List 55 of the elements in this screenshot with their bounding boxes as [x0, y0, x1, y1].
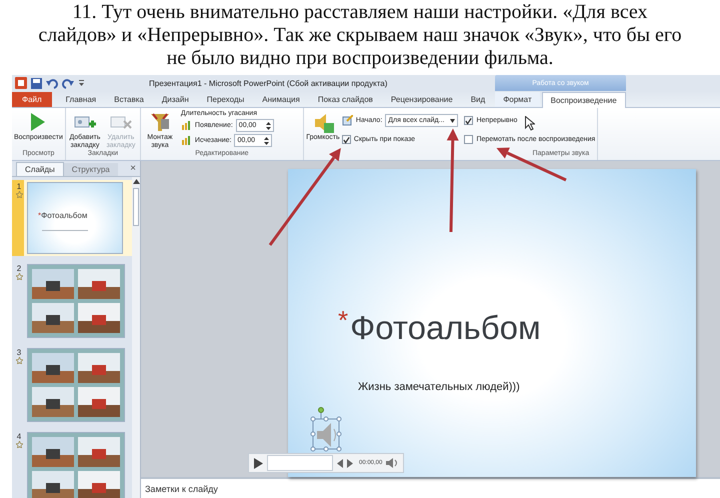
- instruction-text: 11. Тут очень внимательно расставляем наши настройки. «Для всех слайдов» и «Непрерывно». Так же скрываем наш значок «Звук», что бы его не было видно при воспроизведении фильма.: [37, 0, 683, 71]
- checkbox[interactable]: [464, 116, 474, 125]
- save-icon[interactable]: [31, 78, 42, 88]
- star-icon: [16, 273, 22, 280]
- ribbon-tab[interactable]: Анимация: [254, 92, 308, 107]
- star-icon: [16, 441, 22, 448]
- thumbnail-title: Фотоальбом: [41, 211, 88, 220]
- ribbon-tab[interactable]: Показ слайдов: [310, 92, 381, 107]
- ribbon-tab[interactable]: Формат: [495, 92, 540, 107]
- checkbox[interactable]: [342, 135, 351, 144]
- spin-arrows-icon[interactable]: [264, 136, 270, 146]
- ribbon-tab[interactable]: Главная: [58, 92, 104, 107]
- title-marker: *: [38, 211, 42, 220]
- scroll-thumb[interactable]: [133, 188, 139, 226]
- slide-number: 1: [16, 182, 22, 191]
- subtitle-line: [42, 230, 88, 231]
- title-marker: *: [338, 309, 348, 331]
- slide-thumbnail[interactable]: *Фотоальбом: [27, 182, 123, 254]
- ribbon-tab[interactable]: Вид: [462, 92, 494, 107]
- ribbon-tab[interactable]: Переходы: [198, 92, 252, 107]
- customize-icon[interactable]: [78, 78, 85, 88]
- slide-number: 3: [16, 348, 22, 357]
- pane-tab[interactable]: Структура: [64, 163, 118, 176]
- skip-icon[interactable]: [337, 458, 355, 468]
- slide-number: 2: [16, 264, 22, 273]
- volume-icon[interactable]: [386, 458, 398, 468]
- ribbon-tab[interactable]: Рецензирование: [382, 92, 461, 107]
- start-icon: [342, 115, 353, 126]
- checkbox[interactable]: [464, 135, 474, 144]
- redo-icon[interactable]: [62, 78, 74, 88]
- slide-number: 4: [16, 432, 22, 441]
- slide-thumbnail-row[interactable]: 1 *Фотоальбом: [12, 180, 132, 256]
- slide-subtitle: Жизнь замечательных людей))): [358, 381, 521, 393]
- trim-audio-icon: [148, 111, 171, 133]
- fade-icon: [180, 135, 192, 146]
- scroll-up-icon[interactable]: [132, 179, 140, 184]
- slide-title: Фотоальбом: [350, 309, 541, 347]
- ribbon-tab[interactable]: Дизайн: [154, 92, 197, 107]
- scroll-bar[interactable]: [132, 177, 140, 498]
- star-icon: [16, 191, 22, 198]
- mouse-pointer-icon: [525, 116, 536, 131]
- caret-icon: [450, 118, 456, 122]
- window-title: Презентация1 - Microsoft PowerPoint (Сбой активации продукта): [149, 78, 388, 88]
- app-icon: [15, 77, 27, 89]
- star-icon: [16, 357, 22, 364]
- ribbon-tab[interactable]: Вставка: [106, 92, 152, 107]
- fade-icon: [180, 120, 192, 131]
- pane-tab[interactable]: Слайды: [16, 162, 64, 176]
- notes-placeholder[interactable]: Заметки к слайду: [145, 484, 218, 494]
- undo-icon[interactable]: [46, 78, 58, 88]
- spin-arrows-icon[interactable]: [266, 120, 271, 130]
- ribbon-tab[interactable]: Файл: [12, 92, 52, 107]
- play-icon[interactable]: [253, 458, 263, 468]
- ribbon-tab[interactable]: Воспроизведение: [542, 92, 626, 108]
- close-button[interactable]: ×: [130, 163, 136, 174]
